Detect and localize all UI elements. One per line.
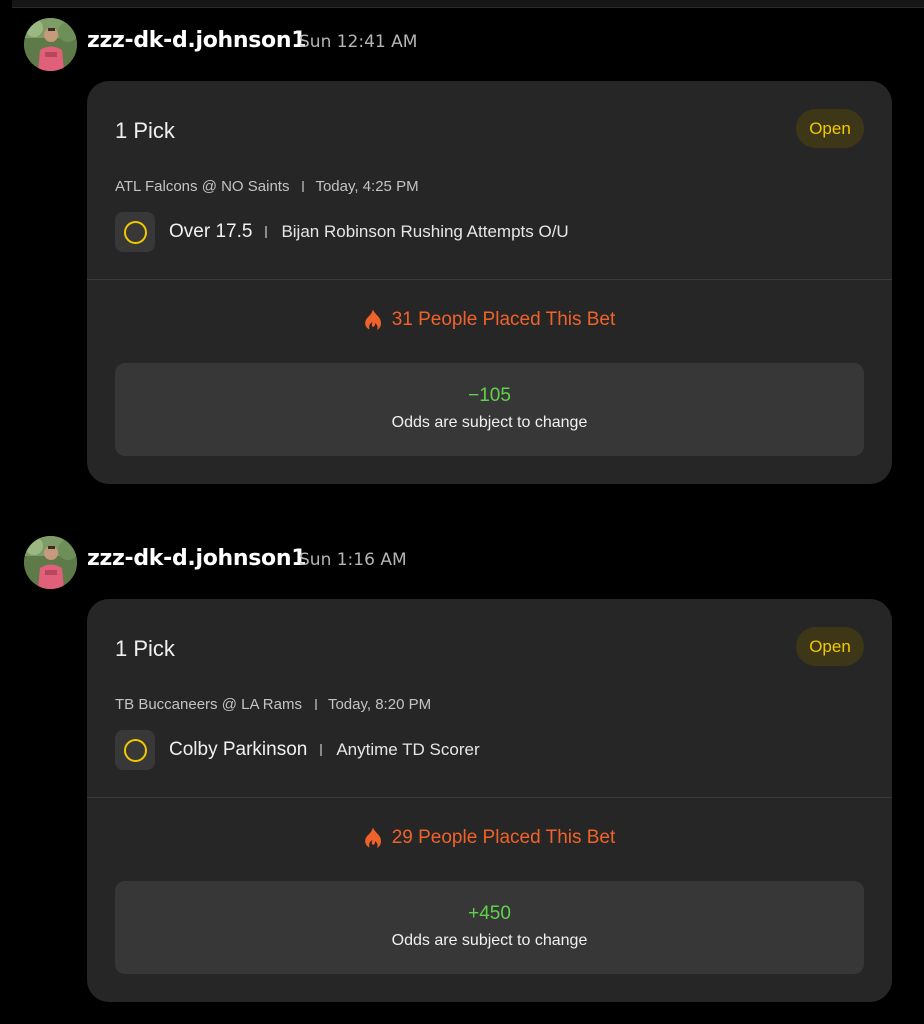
bet-card[interactable]: 1 Pick Open ATL Falcons @ NO Saints Today…: [87, 81, 892, 484]
matchup: ATL Falcons @ NO Saints: [115, 178, 290, 195]
status-badge: Open: [796, 627, 864, 666]
game-time: Today, 4:25 PM: [315, 178, 419, 195]
circle-outline-icon: [115, 730, 155, 770]
chat-message: zzz-dk-d.johnson1 Sun 1:16 AM 1 Pick Ope…: [0, 534, 924, 1002]
selection-row: Over 17.5 Bijan Robinson Rushing Attempt…: [115, 212, 569, 252]
top-toolbar-edge: [12, 0, 924, 8]
username[interactable]: zzz-dk-d.johnson1: [87, 546, 307, 571]
selection-name: Colby Parkinson: [169, 739, 308, 760]
game-info: ATL Falcons @ NO Saints Today, 4:25 PM: [115, 178, 419, 195]
game-info: TB Buccaneers @ LA Rams Today, 8:20 PM: [115, 696, 431, 713]
message-header: zzz-dk-d.johnson1 Sun 1:16 AM: [0, 534, 924, 590]
odds-value: −105: [468, 385, 511, 406]
selection-name: Over 17.5: [169, 221, 253, 242]
message-header: zzz-dk-d.johnson1 Sun 12:41 AM: [0, 16, 924, 72]
separator: [302, 181, 305, 192]
username[interactable]: zzz-dk-d.johnson1: [87, 28, 307, 53]
odds-button[interactable]: −105 Odds are subject to change: [115, 363, 864, 456]
separator: [265, 226, 268, 238]
market-name: Bijan Robinson Rushing Attempts O/U: [281, 222, 569, 241]
game-time: Today, 8:20 PM: [327, 696, 432, 713]
avatar[interactable]: [24, 536, 77, 589]
odds-note: Odds are subject to change: [391, 932, 588, 949]
divider: [87, 279, 892, 280]
pick-count: 1 Pick: [115, 636, 175, 661]
odds-note: Odds are subject to change: [391, 414, 588, 431]
divider: [87, 797, 892, 798]
flame-icon: [364, 309, 381, 330]
pick-count: 1 Pick: [115, 118, 175, 143]
avatar[interactable]: [24, 18, 77, 71]
chat-message: zzz-dk-d.johnson1 Sun 12:41 AM 1 Pick Op…: [0, 16, 924, 484]
placed-label: 29 People Placed This Bet: [391, 827, 616, 848]
circle-outline-icon: [115, 212, 155, 252]
bet-card[interactable]: 1 Pick Open TB Buccaneers @ LA Rams Today…: [87, 599, 892, 1002]
placed-count: 29 People Placed This Bet: [87, 825, 892, 851]
odds-value: +450: [468, 903, 511, 924]
status-badge: Open: [796, 109, 864, 148]
message-timestamp: Sun 12:41 AM: [299, 32, 418, 52]
separator: [314, 699, 317, 710]
separator: [320, 744, 323, 756]
market-name: Anytime TD Scorer: [336, 740, 480, 759]
matchup: TB Buccaneers @ LA Rams: [115, 696, 302, 713]
flame-icon: [364, 827, 381, 848]
odds-button[interactable]: +450 Odds are subject to change: [115, 881, 864, 974]
placed-count: 31 People Placed This Bet: [87, 307, 892, 333]
selection-row: Colby Parkinson Anytime TD Scorer: [115, 730, 480, 770]
message-timestamp: Sun 1:16 AM: [299, 550, 407, 570]
placed-label: 31 People Placed This Bet: [391, 309, 616, 330]
